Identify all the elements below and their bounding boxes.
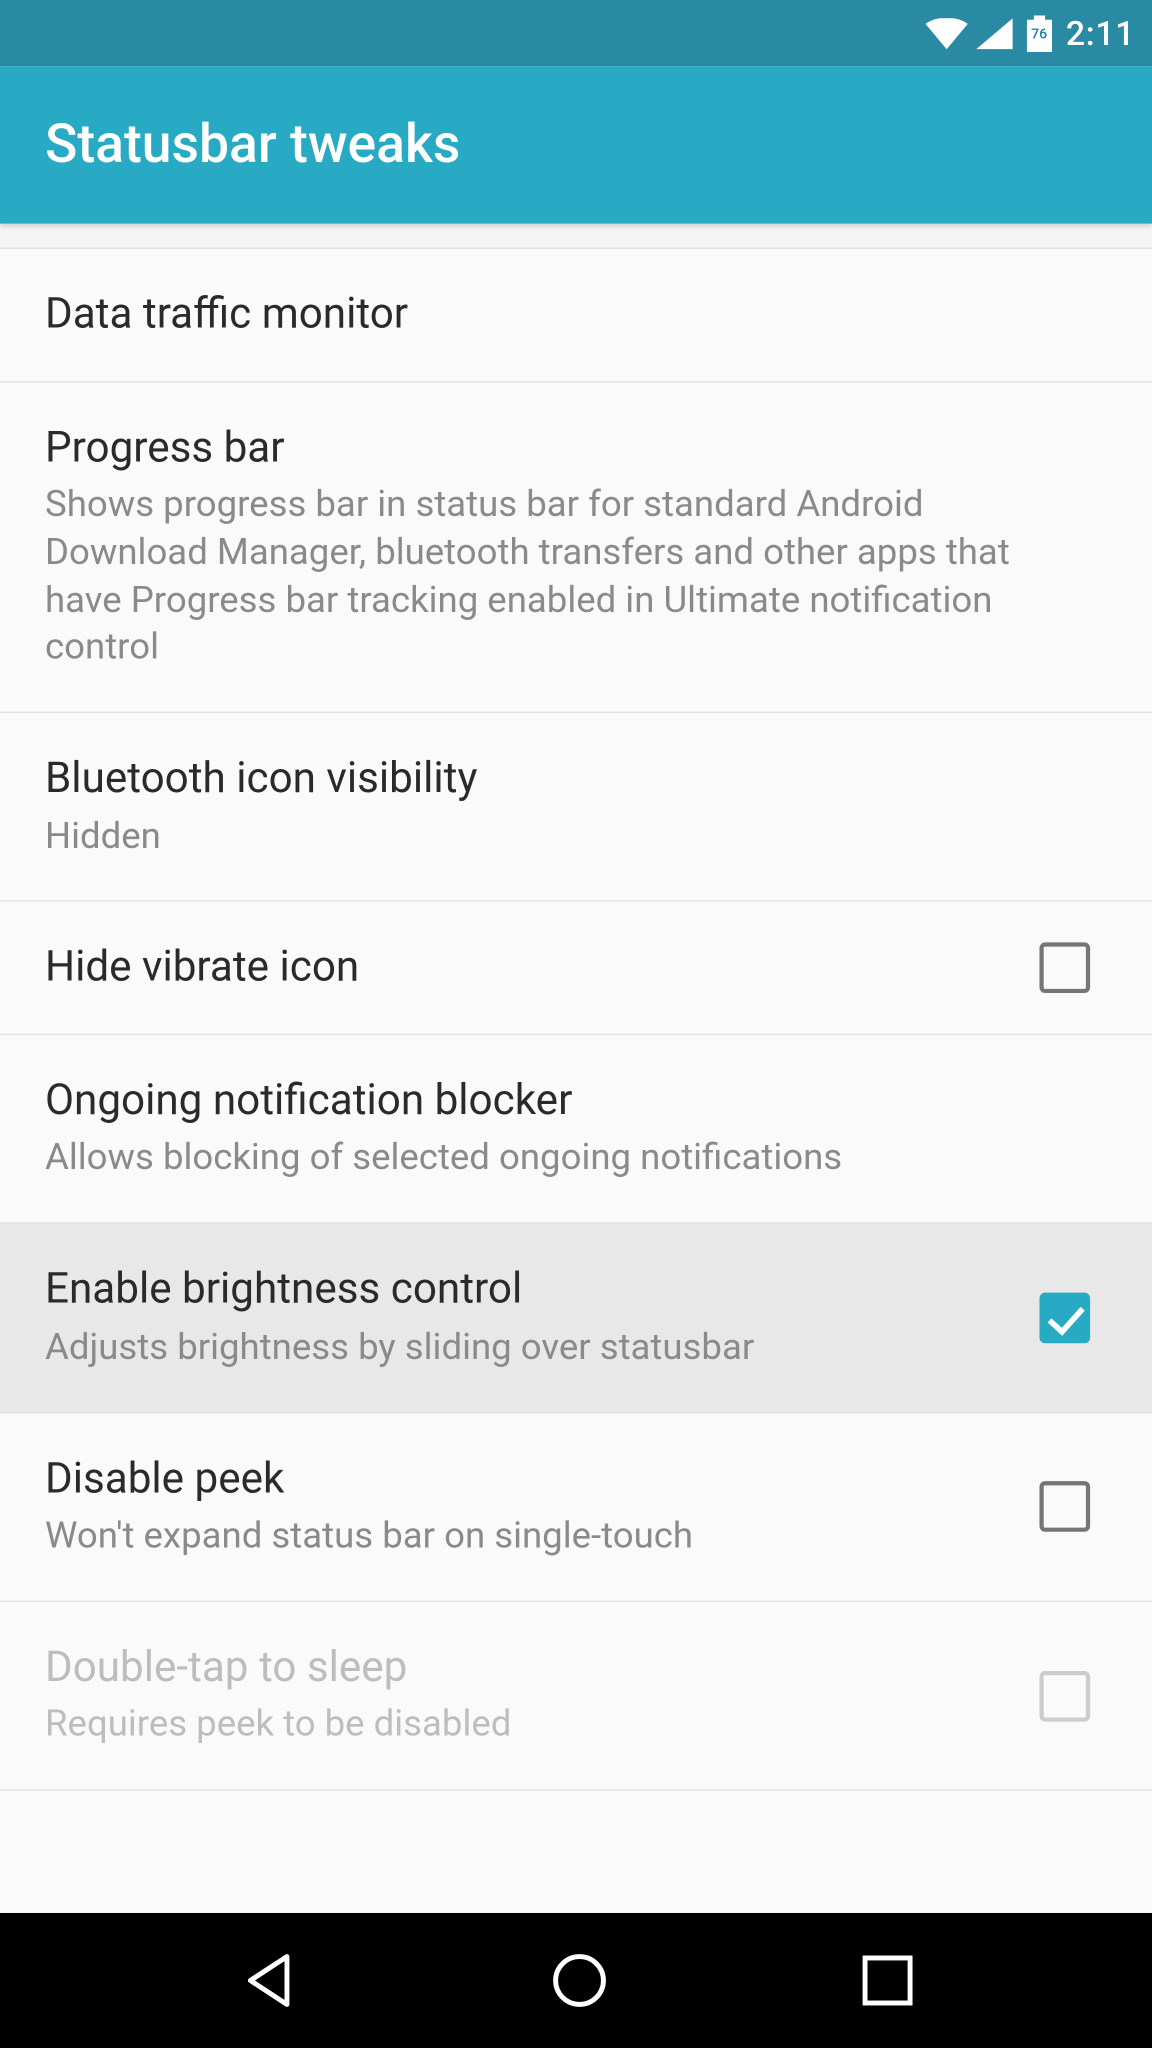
system-status-bar: 76 2:11: [0, 0, 1152, 66]
nav-back-button[interactable]: [238, 1951, 297, 2010]
pref-title: Progress bar: [45, 421, 1084, 474]
nav-home-button[interactable]: [549, 1951, 608, 2010]
pref-title: Ongoing notification blocker: [45, 1075, 1084, 1128]
pref-summary: Shows progress bar in status bar for sta…: [45, 482, 1084, 672]
checkbox-double-tap: [1039, 1670, 1090, 1721]
pref-disable-peek[interactable]: Disable peek Won't expand status bar on …: [0, 1413, 1152, 1602]
preference-list[interactable]: Data traffic monitor Progress bar Shows …: [0, 224, 1152, 1791]
pref-hide-vibrate-icon[interactable]: Hide vibrate icon: [0, 902, 1152, 1035]
pref-progress-bar[interactable]: Progress bar Shows progress bar in statu…: [0, 382, 1152, 714]
status-clock: 2:11: [1066, 13, 1135, 52]
pref-bluetooth-icon-visibility[interactable]: Bluetooth icon visibility Hidden: [0, 713, 1152, 902]
list-gap: [0, 224, 1152, 249]
pref-summary: Allows blocking of selected ongoing noti…: [45, 1136, 1084, 1184]
pref-summary: Hidden: [45, 814, 1084, 862]
pref-summary: Requires peek to be disabled: [45, 1703, 1017, 1751]
pref-title: Double-tap to sleep: [45, 1641, 1017, 1694]
battery-icon: 76: [1026, 15, 1051, 52]
nav-recents-button[interactable]: [860, 1954, 913, 2007]
pref-summary: Won't expand status bar on single-touch: [45, 1514, 1017, 1562]
pref-data-traffic-monitor[interactable]: Data traffic monitor: [0, 249, 1152, 382]
pref-double-tap-to-sleep: Double-tap to sleep Requires peek to be …: [0, 1602, 1152, 1791]
checkbox-brightness-control[interactable]: [1039, 1293, 1090, 1344]
navigation-bar: [0, 1913, 1152, 2048]
checkbox-disable-peek[interactable]: [1039, 1481, 1090, 1532]
app-bar: Statusbar tweaks: [0, 66, 1152, 224]
page-title: Statusbar tweaks: [45, 114, 460, 176]
signal-icon: [976, 18, 1013, 49]
wifi-icon: [925, 18, 967, 49]
pref-title: Hide vibrate icon: [45, 942, 1017, 995]
battery-percent: 76: [1031, 27, 1047, 42]
pref-summary: Adjusts brightness by sliding over statu…: [45, 1325, 1017, 1373]
pref-title: Enable brightness control: [45, 1264, 1017, 1317]
pref-title: Bluetooth icon visibility: [45, 753, 1084, 806]
pref-enable-brightness-control[interactable]: Enable brightness control Adjusts bright…: [0, 1224, 1152, 1413]
pref-ongoing-notification-blocker[interactable]: Ongoing notification blocker Allows bloc…: [0, 1035, 1152, 1224]
checkbox-hide-vibrate[interactable]: [1039, 943, 1090, 994]
pref-title: Disable peek: [45, 1452, 1017, 1505]
pref-title: Data traffic monitor: [45, 288, 1084, 341]
